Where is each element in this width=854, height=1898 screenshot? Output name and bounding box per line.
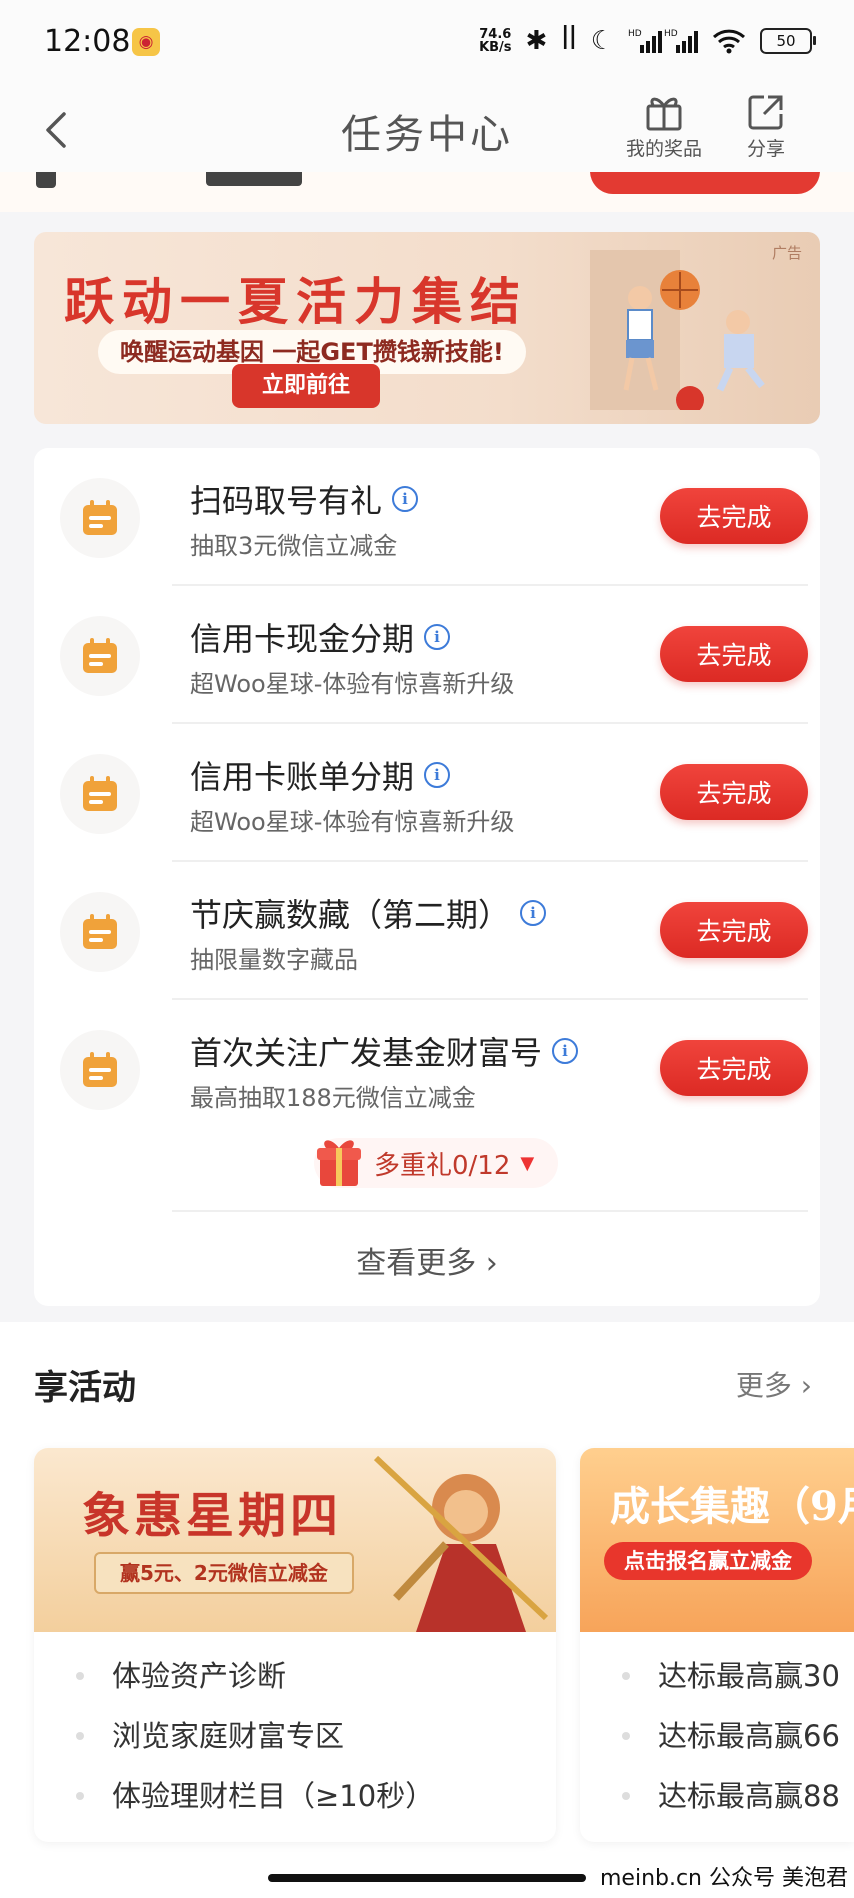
- task-title-text: 首次关注广发基金财富号: [190, 1034, 543, 1072]
- task-desc: 抽限量数字藏品: [190, 946, 358, 974]
- share-label: 分享: [746, 138, 785, 160]
- earbuds-icon: ꟾꟾ: [561, 26, 577, 56]
- banner-title: 跃动一夏活力集结: [64, 272, 528, 331]
- watermark: meinb.cn 公众号 美泡君: [593, 1860, 854, 1892]
- complete-task-button[interactable]: 去完成: [660, 764, 808, 820]
- task-title: 信用卡账单分期 i: [190, 752, 451, 798]
- info-icon[interactable]: i: [392, 486, 419, 512]
- calendar-icon: [60, 754, 140, 834]
- activity-banner-sub: 点击报名赢立减金: [604, 1542, 812, 1580]
- task-title: 首次关注广发基金财富号 i: [190, 1028, 579, 1074]
- complete-task-button[interactable]: 去完成: [660, 1040, 808, 1096]
- task-title: 信用卡现金分期 i: [190, 614, 451, 660]
- task-title-text: 节庆赢数藏（第二期）: [190, 896, 511, 934]
- task-row: 扫码取号有礼 i 抽取3元微信立减金 去完成: [34, 448, 820, 586]
- share-icon: [748, 95, 783, 130]
- activity-banner: 象惠星期四 赢5元、2元微信立减金: [34, 1448, 556, 1632]
- gift-progress-pill[interactable]: 多重礼0/12 ▼: [314, 1138, 559, 1188]
- calendar-icon: [60, 478, 140, 558]
- calendar-icon: [60, 616, 140, 696]
- battery-level: 50: [776, 32, 796, 50]
- gift-progress-label: 多重礼0/12: [374, 1150, 511, 1181]
- signal-icon: HD HD: [628, 29, 698, 53]
- net-speed-unit: KB/s: [479, 40, 512, 55]
- calendar-icon: [60, 892, 140, 972]
- status-bar: 12:08 ◉ 74.6 KB/s ✱ ꟾꟾ ☾ HD HD 50: [0, 0, 854, 86]
- task-desc: 抽取3元微信立减金: [190, 532, 398, 560]
- activities-section-title: 享活动: [34, 1368, 136, 1408]
- activity-banner-title: 成长集趣（9月: [610, 1483, 854, 1530]
- remnant-dot: [36, 172, 56, 188]
- home-indicator[interactable]: [268, 1874, 586, 1882]
- gift-icon: [646, 97, 682, 131]
- task-row: 信用卡账单分期 i 超Woo星球-体验有惊喜新升级 去完成: [34, 724, 820, 862]
- monkey-king-illustration: [373, 1455, 549, 1632]
- nav-bar: 任务中心 我的奖品 分享: [0, 86, 854, 172]
- down-arrow-icon: ▼: [520, 1152, 535, 1174]
- page-title: 任务中心: [341, 112, 513, 158]
- activity-banner: 成长集趣（9月 点击报名赢立减金: [580, 1448, 854, 1632]
- activity-banner-sub: 赢5元、2元微信立减金: [94, 1552, 354, 1594]
- divider: [172, 1210, 808, 1212]
- status-icons: 74.6 KB/s ✱ ꟾꟾ ☾ HD HD 50: [479, 26, 816, 56]
- svg-text:HD: HD: [664, 29, 678, 39]
- net-speed: 74.6 KB/s: [479, 28, 511, 54]
- task-desc: 最高抽取188元微信立减金: [190, 1084, 476, 1112]
- svg-text:HD: HD: [628, 29, 642, 39]
- task-row: 节庆赢数藏（第二期） i 抽限量数字藏品 去完成: [34, 862, 820, 1000]
- task-desc: 超Woo星球-体验有惊喜新升级: [190, 808, 515, 836]
- my-prizes-label: 我的奖品: [626, 138, 703, 160]
- activities-more-link[interactable]: 更多 ›: [736, 1364, 812, 1404]
- wifi-icon: [712, 29, 746, 54]
- app-notification-icon: ◉: [132, 28, 160, 56]
- bluetooth-icon: ✱: [525, 26, 548, 56]
- task-title: 扫码取号有礼 i: [190, 476, 419, 522]
- battery-indicator: 50: [760, 28, 816, 54]
- share-button[interactable]: 分享: [746, 92, 786, 161]
- view-more-link[interactable]: 查看更多 ›: [34, 1238, 820, 1282]
- complete-task-button[interactable]: 去完成: [660, 902, 808, 958]
- activity-card[interactable]: 成长集趣（9月 点击报名赢立减金 达标最高赢30 达标最高赢66 达标最高赢88: [580, 1448, 854, 1842]
- chevron-right-icon: ›: [476, 1246, 498, 1281]
- scrolled-header-remnant: [0, 172, 854, 212]
- activity-task-list: 达标最高赢30 达标最高赢66 达标最高赢88: [580, 1646, 854, 1826]
- promo-banner[interactable]: 广告 跃动一夏活力集结 唤醒运动基因 一起GET攒钱新技能! 立即前往: [34, 232, 820, 424]
- remnant-button: [590, 172, 820, 194]
- info-icon[interactable]: i: [520, 900, 547, 926]
- task-row: 首次关注广发基金财富号 i 最高抽取188元微信立减金 去完成: [34, 1000, 820, 1138]
- info-icon[interactable]: i: [424, 762, 451, 788]
- complete-task-button[interactable]: 去完成: [660, 626, 808, 682]
- activity-task-item: 达标最高赢66: [580, 1706, 854, 1766]
- activity-card[interactable]: 象惠星期四 赢5元、2元微信立减金 体验资产诊断 浏览家庭财富专区 体验理财栏目…: [34, 1448, 556, 1842]
- calendar-icon: [60, 1030, 140, 1110]
- activity-task-item: 达标最高赢30: [580, 1646, 854, 1706]
- status-time: 12:08: [44, 24, 131, 59]
- activities-more-label: 更多: [735, 1369, 792, 1402]
- activity-task-item: 浏览家庭财富专区: [34, 1706, 556, 1766]
- gift-box-icon: [317, 1140, 361, 1186]
- my-prizes-button[interactable]: 我的奖品: [626, 92, 702, 161]
- moon-icon: ☾: [590, 26, 614, 56]
- activity-banner-title: 象惠星期四: [82, 1488, 343, 1544]
- activity-task-list: 体验资产诊断 浏览家庭财富专区 体验理财栏目（≥10秒）: [34, 1646, 556, 1826]
- task-title-text: 信用卡现金分期: [190, 620, 415, 658]
- chevron-right-icon: ›: [791, 1369, 812, 1402]
- task-row: 信用卡现金分期 i 超Woo星球-体验有惊喜新升级 去完成: [34, 586, 820, 724]
- task-list-card: 扫码取号有礼 i 抽取3元微信立减金 去完成 信用卡现金分期 i 超Woo星球-体验…: [34, 448, 820, 1306]
- sports-illustration: [590, 250, 765, 410]
- task-desc: 超Woo星球-体验有惊喜新升级: [190, 670, 515, 698]
- view-more-label: 查看更多: [356, 1246, 477, 1281]
- complete-task-button[interactable]: 去完成: [660, 488, 808, 544]
- activity-task-item: 体验理财栏目（≥10秒）: [34, 1766, 556, 1826]
- activity-task-item: 体验资产诊断: [34, 1646, 556, 1706]
- info-icon[interactable]: i: [552, 1038, 579, 1064]
- activity-task-item: 达标最高赢88: [580, 1766, 854, 1826]
- info-icon[interactable]: i: [424, 624, 451, 650]
- banner-cta-button[interactable]: 立即前往: [232, 364, 381, 408]
- remnant-text: [206, 172, 302, 186]
- task-title-text: 信用卡账单分期: [190, 758, 415, 796]
- task-title-text: 扫码取号有礼: [190, 482, 383, 520]
- task-title: 节庆赢数藏（第二期） i: [190, 890, 547, 936]
